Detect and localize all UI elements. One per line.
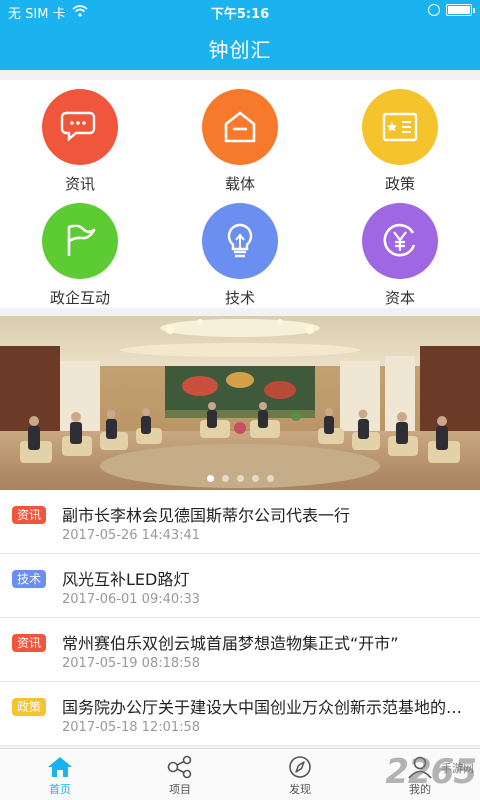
category-tag: 政策 [12,698,47,716]
list-item[interactable]: 政策 国务院办公厅关于建设大中国创业万众创新示范基地的实施意见 2017-05-… [0,682,480,746]
news-timestamp: 2017-05-19 08:18:58 [62,656,201,671]
carousel-dot[interactable] [221,475,229,482]
category-label: 载体 [224,175,255,193]
lightbulb-icon [227,223,253,258]
carousel-dot[interactable] [266,475,274,482]
home-icon [48,757,72,777]
category-circle [362,89,438,165]
house-icon [224,111,256,143]
yen-coin-icon [383,223,416,257]
category-circle [42,203,118,279]
page-title: 钟创汇 [208,38,272,62]
status-bar: 无 SIM 卡 下午5:16 [0,0,480,22]
category-label: 政企互动 [49,289,110,307]
flag-icon [67,224,96,256]
carousel-dot[interactable] [251,475,259,482]
status-time: 下午5:16 [210,7,270,22]
news-timestamp: 2017-05-18 12:01:58 [62,720,201,735]
news-title: 国务院办公厅关于建设大中国创业万众创新示范基地的实施意见 [62,698,472,717]
banner-image [0,316,480,490]
tab-home[interactable]: 首页 [0,749,120,800]
category-label: 技术 [224,289,255,307]
category-policy[interactable]: 政策 [320,80,480,194]
rotation-lock-icon [428,4,440,16]
app-header: 无 SIM 卡 下午5:16 钟创汇 [0,0,480,70]
carousel-indicators [0,475,480,482]
category-carrier[interactable]: 载体 [160,80,320,194]
news-timestamp: 2017-06-01 09:40:33 [62,592,201,607]
tab-discover[interactable]: 发现 [240,749,360,800]
category-circle [202,89,278,165]
category-label: 政策 [384,175,415,193]
category-circle [42,89,118,165]
news-list: 资讯 副市长李林会见德国斯蒂尔公司代表一行 2017-05-26 14:43:4… [0,490,480,746]
category-circle [362,203,438,279]
category-tag: 资讯 [12,634,47,652]
list-item[interactable]: 资讯 常州赛伯乐双创云城首届梦想造物集正式“开市” 2017-05-19 08:… [0,618,480,682]
category-news[interactable]: 资讯 [0,80,160,194]
news-title: 风光互补LED路灯 [62,570,190,589]
category-technology[interactable]: 技术 [160,194,320,308]
tab-label: 项目 [169,783,191,796]
category-grid: 资讯 载体 政策 政企互动 技术 资本 [0,80,480,308]
document-star-icon [382,112,418,142]
chat-bubbles-icon [60,111,96,142]
banner-carousel[interactable] [0,316,480,490]
category-tag: 资讯 [12,506,47,524]
battery-icon [446,4,475,16]
news-title: 常州赛伯乐双创云城首届梦想造物集正式“开市” [62,634,399,653]
carousel-dot[interactable] [206,475,214,482]
carousel-dot[interactable] [236,475,244,482]
category-gov-interaction[interactable]: 政企互动 [0,194,160,308]
nodes-icon [167,755,192,779]
list-item[interactable]: 资讯 副市长李林会见德国斯蒂尔公司代表一行 2017-05-26 14:43:4… [0,490,480,554]
news-title: 副市长李林会见德国斯蒂尔公司代表一行 [62,506,351,525]
category-label: 资讯 [64,175,95,193]
category-tag: 技术 [12,570,47,588]
category-circle [202,203,278,279]
site-watermark: 2265 手游网 [385,752,477,792]
tab-projects[interactable]: 项目 [120,749,240,800]
category-label: 资本 [384,289,415,307]
watermark-site: 手游网 [441,762,474,775]
tab-label: 首页 [49,783,71,796]
news-timestamp: 2017-05-26 14:43:41 [62,528,201,543]
category-capital[interactable]: 资本 [320,194,480,308]
tab-label: 发现 [289,783,311,796]
list-item[interactable]: 技术 风光互补LED路灯 2017-06-01 09:40:33 [0,554,480,618]
compass-icon [289,756,311,778]
